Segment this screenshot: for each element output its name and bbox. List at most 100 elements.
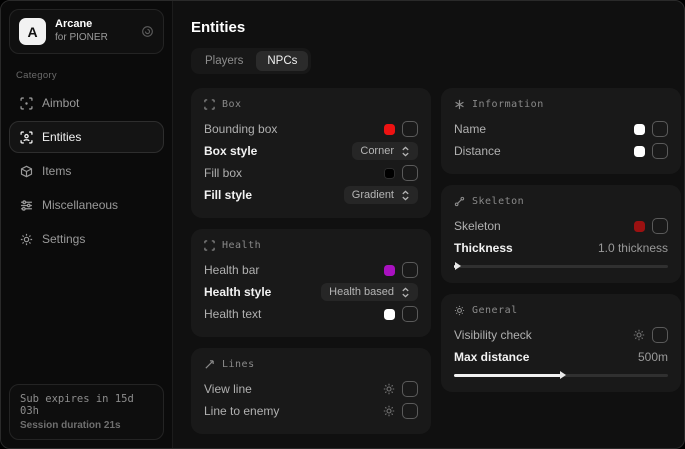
- line-to-enemy-checkbox[interactable]: [402, 403, 418, 419]
- app-logo: A: [19, 18, 46, 45]
- color-swatch[interactable]: [384, 265, 395, 276]
- distance-row: Distance: [454, 140, 668, 162]
- color-swatch[interactable]: [384, 124, 395, 135]
- sidebar-item-settings[interactable]: Settings: [9, 223, 164, 255]
- fill-box-row: Fill box: [204, 162, 418, 184]
- row-label: Line to enemy: [204, 404, 279, 418]
- information-card-header: Information: [454, 99, 668, 110]
- color-swatch[interactable]: [384, 168, 395, 179]
- refresh-icon[interactable]: [141, 25, 154, 38]
- box-style-dropdown[interactable]: Corner: [352, 142, 418, 160]
- gear-icon[interactable]: [383, 383, 395, 395]
- card-title: General: [472, 305, 518, 316]
- line-to-enemy-row: Line to enemy: [204, 400, 418, 422]
- app-window: A Arcane for PIONER Category A: [0, 0, 685, 449]
- health-card-header: Health: [204, 240, 418, 251]
- color-swatch[interactable]: [634, 221, 645, 232]
- row-label: Bounding box: [204, 122, 277, 136]
- tab-players[interactable]: Players: [194, 51, 254, 71]
- gear-icon[interactable]: [383, 405, 395, 417]
- subscription-info: Sub expires in 15d 03h Session duration …: [9, 384, 164, 440]
- box-card: Box Bounding box Box style Corner: [191, 88, 431, 218]
- category-label: Category: [16, 70, 158, 81]
- fill-box-checkbox[interactable]: [402, 165, 418, 181]
- chevron-updown-icon: [401, 287, 410, 298]
- slider-thumb[interactable]: [560, 371, 566, 379]
- visibility-check-checkbox[interactable]: [652, 327, 668, 343]
- max-distance-slider[interactable]: [454, 370, 668, 380]
- sidebar-item-label: Aimbot: [42, 96, 79, 110]
- row-label: Fill box: [204, 166, 242, 180]
- crosshair-icon: [19, 97, 33, 110]
- sidebar-item-label: Entities: [42, 130, 81, 144]
- row-label: View line: [204, 382, 252, 396]
- bounding-box-checkbox[interactable]: [402, 121, 418, 137]
- row-label: Fill style: [204, 188, 252, 202]
- health-style-dropdown[interactable]: Health based: [321, 283, 418, 301]
- slider-track: [454, 265, 668, 268]
- sidebar-item-miscellaneous[interactable]: Miscellaneous: [9, 189, 164, 221]
- settings-columns: Box Bounding box Box style Corner: [191, 88, 681, 434]
- page-title: Entities: [191, 19, 681, 36]
- fill-style-dropdown[interactable]: Gradient: [344, 186, 418, 204]
- health-text-checkbox[interactable]: [402, 306, 418, 322]
- app-name: Arcane: [55, 18, 132, 32]
- dropdown-value: Corner: [360, 145, 394, 157]
- lines-card-header: Lines: [204, 359, 418, 370]
- main-content: Entities Players NPCs Box: [173, 1, 685, 448]
- information-card: Information Name Distance: [441, 88, 681, 174]
- left-column: Box Bounding box Box style Corner: [191, 88, 431, 434]
- package-icon: [19, 165, 33, 178]
- app-subtitle: for PIONER: [55, 32, 132, 45]
- health-style-row: Health style Health based: [204, 281, 418, 303]
- skeleton-row: Skeleton: [454, 215, 668, 237]
- fill-style-row: Fill style Gradient: [204, 184, 418, 206]
- slider-fill: [454, 374, 561, 377]
- right-column: Information Name Distance: [441, 88, 681, 392]
- thickness-slider[interactable]: [454, 261, 668, 271]
- sub-expires-text: Sub expires in 15d 03h: [20, 393, 153, 417]
- box-brackets-icon: [204, 99, 215, 110]
- sidebar-item-items[interactable]: Items: [9, 155, 164, 187]
- chevron-updown-icon: [401, 190, 410, 201]
- session-duration-text: Session duration 21s: [20, 420, 153, 431]
- row-label: Health style: [204, 285, 271, 299]
- row-label: Health text: [204, 307, 261, 321]
- gear-icon: [19, 233, 33, 246]
- tab-npcs[interactable]: NPCs: [256, 51, 308, 71]
- sidebar-item-aimbot[interactable]: Aimbot: [9, 87, 164, 119]
- health-bar-checkbox[interactable]: [402, 262, 418, 278]
- card-title: Information: [472, 99, 544, 110]
- card-title: Skeleton: [472, 196, 524, 207]
- slider-thumb[interactable]: [455, 262, 461, 270]
- skeleton-card: Skeleton Skeleton Thickness 1.0 thicknes…: [441, 185, 681, 283]
- color-swatch[interactable]: [384, 309, 395, 320]
- color-swatch[interactable]: [634, 124, 645, 135]
- box-card-header: Box: [204, 99, 418, 110]
- skeleton-card-header: Skeleton: [454, 196, 668, 207]
- dropdown-value: Health based: [329, 286, 394, 298]
- view-line-checkbox[interactable]: [402, 381, 418, 397]
- health-bar-row: Health bar: [204, 259, 418, 281]
- gear-icon[interactable]: [633, 329, 645, 341]
- health-brackets-icon: [204, 240, 215, 251]
- row-label: Distance: [454, 144, 501, 158]
- distance-checkbox[interactable]: [652, 143, 668, 159]
- box-style-row: Box style Corner: [204, 140, 418, 162]
- app-logo-card: A Arcane for PIONER: [9, 9, 164, 54]
- sliders-icon: [19, 199, 33, 212]
- row-label: Health bar: [204, 263, 259, 277]
- skeleton-checkbox[interactable]: [652, 218, 668, 234]
- name-row: Name: [454, 118, 668, 140]
- dropdown-value: Gradient: [352, 189, 394, 201]
- sidebar-item-entities[interactable]: Entities: [9, 121, 164, 153]
- sidebar: A Arcane for PIONER Category A: [1, 1, 173, 448]
- row-label: Box style: [204, 144, 257, 158]
- sidebar-item-label: Items: [42, 164, 71, 178]
- bounding-box-row: Bounding box: [204, 118, 418, 140]
- color-swatch[interactable]: [634, 146, 645, 157]
- view-line-row: View line: [204, 378, 418, 400]
- thickness-row: Thickness 1.0 thickness: [454, 237, 668, 259]
- card-title: Lines: [222, 359, 255, 370]
- name-checkbox[interactable]: [652, 121, 668, 137]
